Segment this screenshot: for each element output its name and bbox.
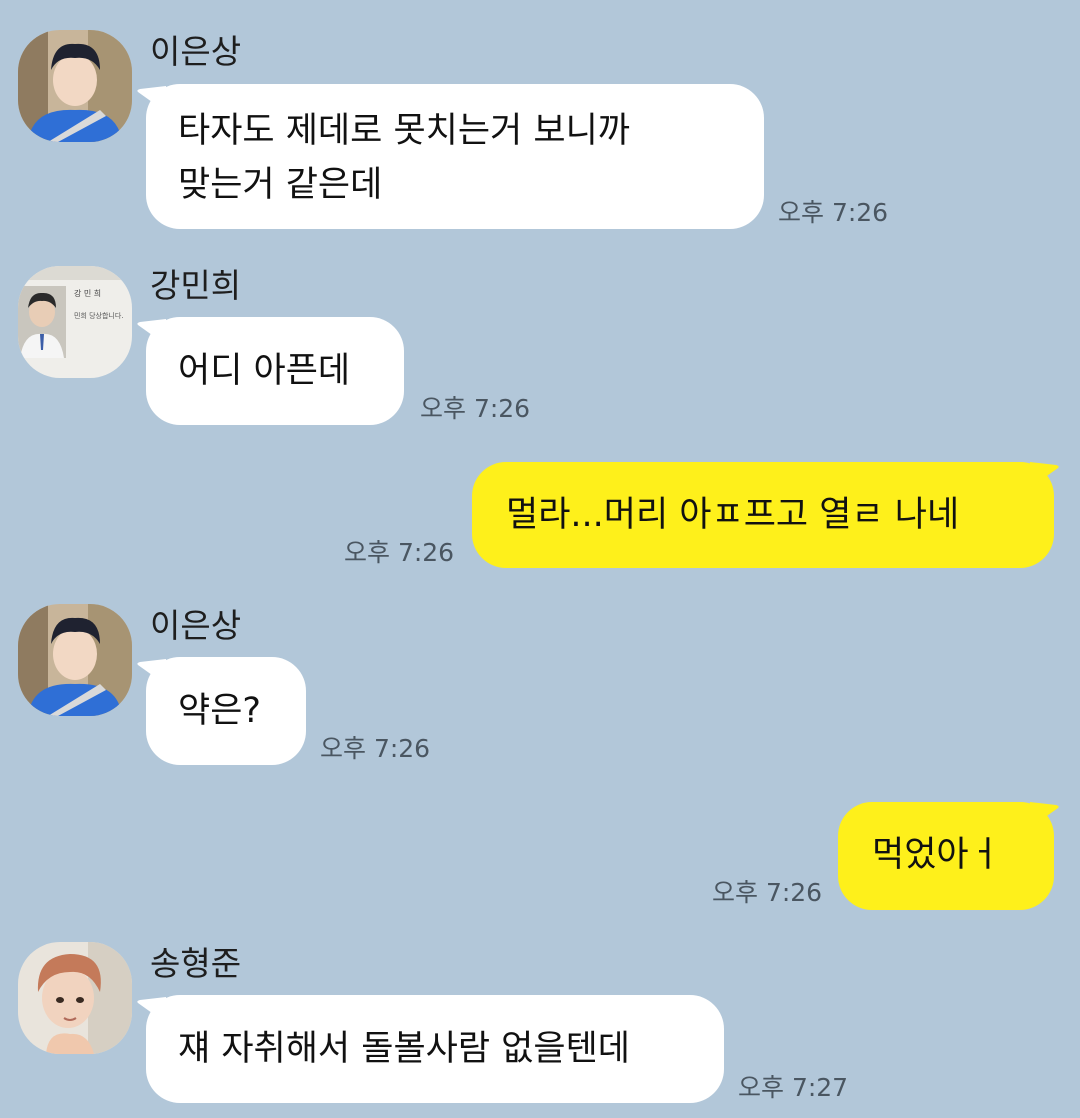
message-text: 어디 아픈데 <box>178 351 351 391</box>
message-text: 멀라...머리 아ㅍ프고 열ㄹ 나네 <box>506 495 960 535</box>
message-time: 오후 7:26 <box>344 538 455 567</box>
message-line: 타자도 제데로 못치는거 보니까 <box>178 111 630 151</box>
bubble-tail <box>1030 462 1060 488</box>
message-bubble[interactable]: 어디 아픈데 <box>146 317 404 425</box>
sender-name: 송형준 <box>150 944 242 983</box>
profile-photo-icon <box>18 604 132 716</box>
message-bubble[interactable]: 쟤 자취해서 돌볼사람 없을텐데 <box>146 995 724 1103</box>
sender-name: 강민희 <box>150 266 242 305</box>
message-text: 먹었아ㅓ <box>872 835 1001 875</box>
avatar-lee-eunsang[interactable] <box>18 30 132 142</box>
message-bubble-outgoing[interactable]: 먹었아ㅓ <box>838 802 1054 910</box>
message-time: 오후 7:26 <box>420 394 531 423</box>
message-text: 약은? <box>178 691 261 731</box>
message-time: 오후 7:27 <box>738 1073 849 1102</box>
message-bubble[interactable]: 타자도 제데로 못치는거 보니까 맞는거 같은데 <box>146 84 764 229</box>
message-time: 오후 7:26 <box>320 734 431 763</box>
avatar-song-hyeongjun[interactable] <box>18 942 132 1054</box>
sender-name: 이은상 <box>150 32 242 71</box>
profile-photo-icon <box>18 30 132 142</box>
sender-name: 이은상 <box>150 606 242 645</box>
message-bubble[interactable]: 약은? <box>146 657 306 765</box>
bubble-tail <box>1030 802 1060 828</box>
avatar-label: 강 민 희 <box>74 288 101 298</box>
message-time: 오후 7:26 <box>712 878 823 907</box>
message-time: 오후 7:26 <box>778 198 889 227</box>
avatar-caption: 민희 당상합니다. <box>74 311 124 320</box>
message-bubble-outgoing[interactable]: 멀라...머리 아ㅍ프고 열ㄹ 나네 <box>472 462 1054 568</box>
message-text: 쟤 자취해서 돌볼사람 없을텐데 <box>178 1029 630 1069</box>
avatar-lee-eunsang[interactable] <box>18 604 132 716</box>
message-line: 맞는거 같은데 <box>178 165 383 205</box>
profile-photo-icon <box>18 942 132 1054</box>
avatar-kang-minhee[interactable]: 강 민 희 민희 당상합니다. <box>18 266 132 378</box>
profile-photo-icon: 강 민 희 민희 당상합니다. <box>18 266 132 378</box>
